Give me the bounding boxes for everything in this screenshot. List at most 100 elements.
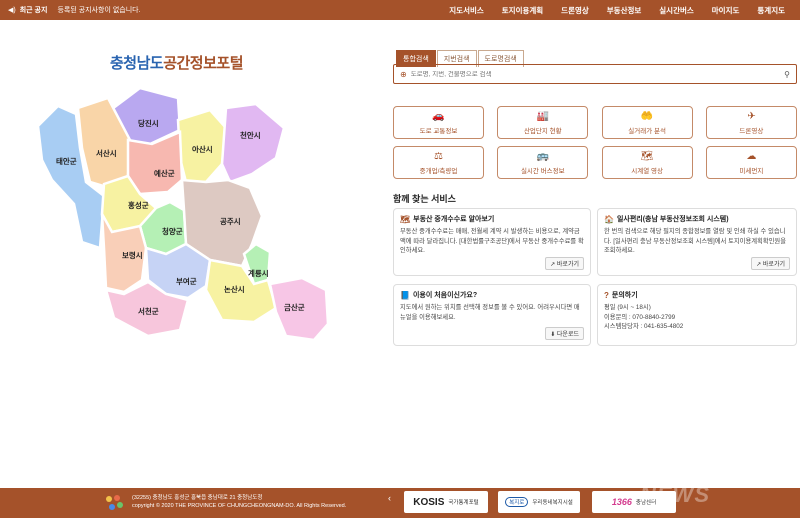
services-title: 함께 찾는 서비스 — [393, 194, 456, 204]
card-title: 이용이 처음이신가요? — [412, 292, 478, 299]
nav-map-service[interactable]: 지도서비스 — [440, 5, 493, 16]
map-region-label: 예산군 — [154, 168, 175, 178]
banner-welfare-sub: 우리동네복지시설 — [532, 500, 573, 506]
contact-hours: 평일 (9시 ~ 18시) — [604, 304, 651, 311]
quick-bus-button[interactable]: 🚌 실시간 버스정보 — [497, 146, 589, 179]
map-icon: 🗺 — [640, 150, 654, 162]
quick-label: 실거래가 분석 — [628, 127, 666, 135]
portal-title: 충청남도공간정보포털 — [110, 52, 244, 73]
quick-label: 도로 교통정보 — [419, 127, 458, 135]
news-watermark: NEWS — [640, 482, 710, 507]
card-body: 부동산 중개수수료는 매매, 전월세 계약 시 발생하는 비용으로, 계약금액에… — [400, 228, 584, 254]
nav-land-use-plan[interactable]: 토지이용계획 — [493, 5, 552, 16]
service-card-contact: ? 문의하기 평일 (9시 ~ 18시) 이용문의 : 070-8840-2799… — [597, 284, 797, 346]
map-region-label: 당진시 — [138, 118, 159, 128]
nav-stats-map[interactable]: 통계지도 — [748, 5, 794, 16]
quick-drone-button[interactable]: ✈ 드론영상 — [705, 106, 797, 139]
banner-prev-icon[interactable]: ‹ — [388, 493, 391, 503]
cloud-icon: ☁ — [746, 150, 757, 162]
search-input[interactable] — [410, 70, 785, 78]
quick-timeseries-button[interactable]: 🗺 시계열 영상 — [601, 146, 693, 179]
map-region[interactable] — [220, 102, 286, 184]
map-region-label: 청양군 — [162, 226, 183, 236]
service-card-firsttime: 📘 이용이 처음이신가요? 지도에서 원하는 위치를 선택해 정보를 볼 수 있어… — [393, 284, 591, 346]
map-region-label: 천안시 — [240, 130, 261, 140]
top-navigation: 지도서비스 토지이용계획 드론영상 부동산정보 실시간버스 마이지도 통계지도 — [440, 0, 794, 20]
map-region-label: 계룡시 — [248, 268, 269, 278]
home-icon: 🏠 — [604, 214, 614, 224]
card-title: 일사편리(충남 부동산정보조회 시스템) — [616, 216, 729, 223]
quick-traffic-button[interactable]: 🚗 도로 교통정보 — [393, 106, 484, 139]
notice-label: 최근 공지 — [19, 7, 48, 14]
banner-1366-number: 1366 — [611, 497, 632, 507]
magnifier-icon[interactable]: ⚲ — [784, 70, 790, 79]
banner-kosis-logo: KOSIS — [413, 496, 445, 508]
ilsa-go-button[interactable]: ↗ 바로가기 — [751, 257, 790, 270]
button-label: 다운로드 — [556, 332, 579, 338]
map-region-label: 서천군 — [138, 306, 159, 316]
notice-area: ◀) 최근 공지 등록된 공지사항이 없습니다. — [0, 5, 141, 15]
quick-broker-button[interactable]: ⚖ 중개업/측량업 — [393, 146, 484, 179]
banner-kosis-sub: 국가통계포털 — [448, 500, 479, 506]
top-bar: ◀) 최근 공지 등록된 공지사항이 없습니다. 지도서비스 토지이용계획 드론… — [0, 0, 800, 20]
nav-drone-video[interactable]: 드론영상 — [552, 5, 598, 16]
service-card-commission: 🗺 부동산 중개수수료 알아보기 부동산 중개수수료는 매매, 전월세 계약 시 … — [393, 208, 591, 276]
factory-icon: 🏭 — [536, 110, 550, 122]
service-card-ilsa: 🏠 일사편리(충남 부동산정보조회 시스템) 한 번의 검색으로 해당 필지의 종… — [597, 208, 797, 276]
nav-my-map[interactable]: 마이지도 — [703, 5, 749, 16]
quick-industrial-button[interactable]: 🏭 산업단지 현황 — [497, 106, 589, 139]
car-icon: 🚗 — [432, 110, 445, 122]
quick-label: 실시간 버스정보 — [520, 167, 565, 175]
question-icon: ? — [604, 290, 609, 300]
quick-price-button[interactable]: 🤲 실거래가 분석 — [601, 106, 693, 139]
contact-phone: 이용문의 : 070-8840-2799 — [604, 313, 676, 321]
quick-dust-button[interactable]: ☁ 미세먼지 — [705, 146, 797, 179]
card-title: 문의하기 — [611, 292, 638, 299]
bus-icon: 🚌 — [536, 150, 550, 162]
banner-kosis[interactable]: KOSIS 국가통계포털 — [404, 491, 488, 513]
notice-text[interactable]: 등록된 공지사항이 없습니다. — [57, 5, 140, 15]
card-body: 한 번의 검색으로 해당 필지의 종합정보를 열람 및 인쇄 하실 수 있습니다… — [604, 228, 786, 254]
map-region-label: 금산군 — [284, 302, 305, 312]
nav-realtime-bus[interactable]: 실시간버스 — [650, 5, 703, 16]
map-region-label: 공주시 — [220, 217, 241, 226]
card-body: 지도에서 원하는 위치를 선택해 정보를 볼 수 있어요. 어려우시다면 매뉴얼… — [400, 304, 580, 321]
quick-label: 드론영상 — [739, 127, 764, 135]
button-label: 바로가기 — [762, 262, 785, 268]
banner-welfare[interactable]: 복지로 우리동네복지시설 — [498, 491, 580, 513]
hand-coin-icon: 🤲 — [640, 110, 654, 122]
map-region-label: 홍성군 — [128, 200, 149, 210]
nav-real-estate[interactable]: 부동산정보 — [598, 5, 651, 16]
quick-label: 시계열 영상 — [631, 167, 663, 175]
scale-icon: ⚖ — [434, 150, 443, 162]
map-region-label: 보령시 — [122, 250, 143, 260]
book-icon: 📘 — [400, 290, 410, 300]
map-region-label: 서산시 — [96, 148, 117, 158]
contact-admin: 시스템담당자 : 041-635-4802 — [604, 323, 684, 330]
footer-info: (32255) 충청남도 홍성군 홍북읍 충남대로 21 충청남도청 copyr… — [132, 494, 346, 510]
button-label: 바로가기 — [556, 262, 579, 268]
map-region-label: 태안군 — [56, 156, 77, 166]
quick-label: 미세먼지 — [739, 167, 764, 175]
province-map-svg: 당진시서산시태안군 아산시 천안시예산군홍성군청양군 공주시보령시부여군 계룡시논산시서… — [36, 86, 330, 342]
map-book-icon: 🗺 — [400, 214, 411, 224]
portal-title-name: 공간정보포털 — [163, 55, 244, 72]
drone-icon: ✈ — [747, 110, 756, 122]
map-region-label: 논산시 — [224, 284, 245, 294]
commission-go-button[interactable]: ↗ 바로가기 — [545, 257, 584, 270]
portal-title-province: 충청남도 — [110, 55, 164, 72]
province-map: 당진시서산시태안군 아산시 천안시예산군홍성군청양군 공주시보령시부여군 계룡시 논산시서… — [30, 84, 340, 354]
card-title: 부동산 중개수수료 알아보기 — [413, 216, 495, 223]
manual-download-button[interactable]: ⬇ 다운로드 — [545, 327, 584, 340]
quick-label: 산업단지 현황 — [523, 127, 562, 135]
location-pin-icon: ⊕ — [400, 69, 407, 79]
map-region-label: 아산시 — [192, 144, 213, 154]
footer-address: (32255) 충청남도 홍성군 홍북읍 충남대로 21 충청남도청 — [132, 495, 263, 501]
contact-lines: 평일 (9시 ~ 18시) 이용문의 : 070-8840-2799 시스템담당… — [604, 303, 790, 332]
province-logo-icon — [106, 495, 123, 510]
speaker-icon: ◀) — [8, 7, 16, 14]
map-region-label: 부여군 — [176, 276, 197, 286]
footer-copyright: copyright © 2020 THE PROVINCE OF CHUNGCH… — [132, 503, 347, 509]
quick-label: 중개업/측량업 — [419, 167, 458, 175]
banner-welfare-badge: 복지로 — [505, 497, 529, 507]
